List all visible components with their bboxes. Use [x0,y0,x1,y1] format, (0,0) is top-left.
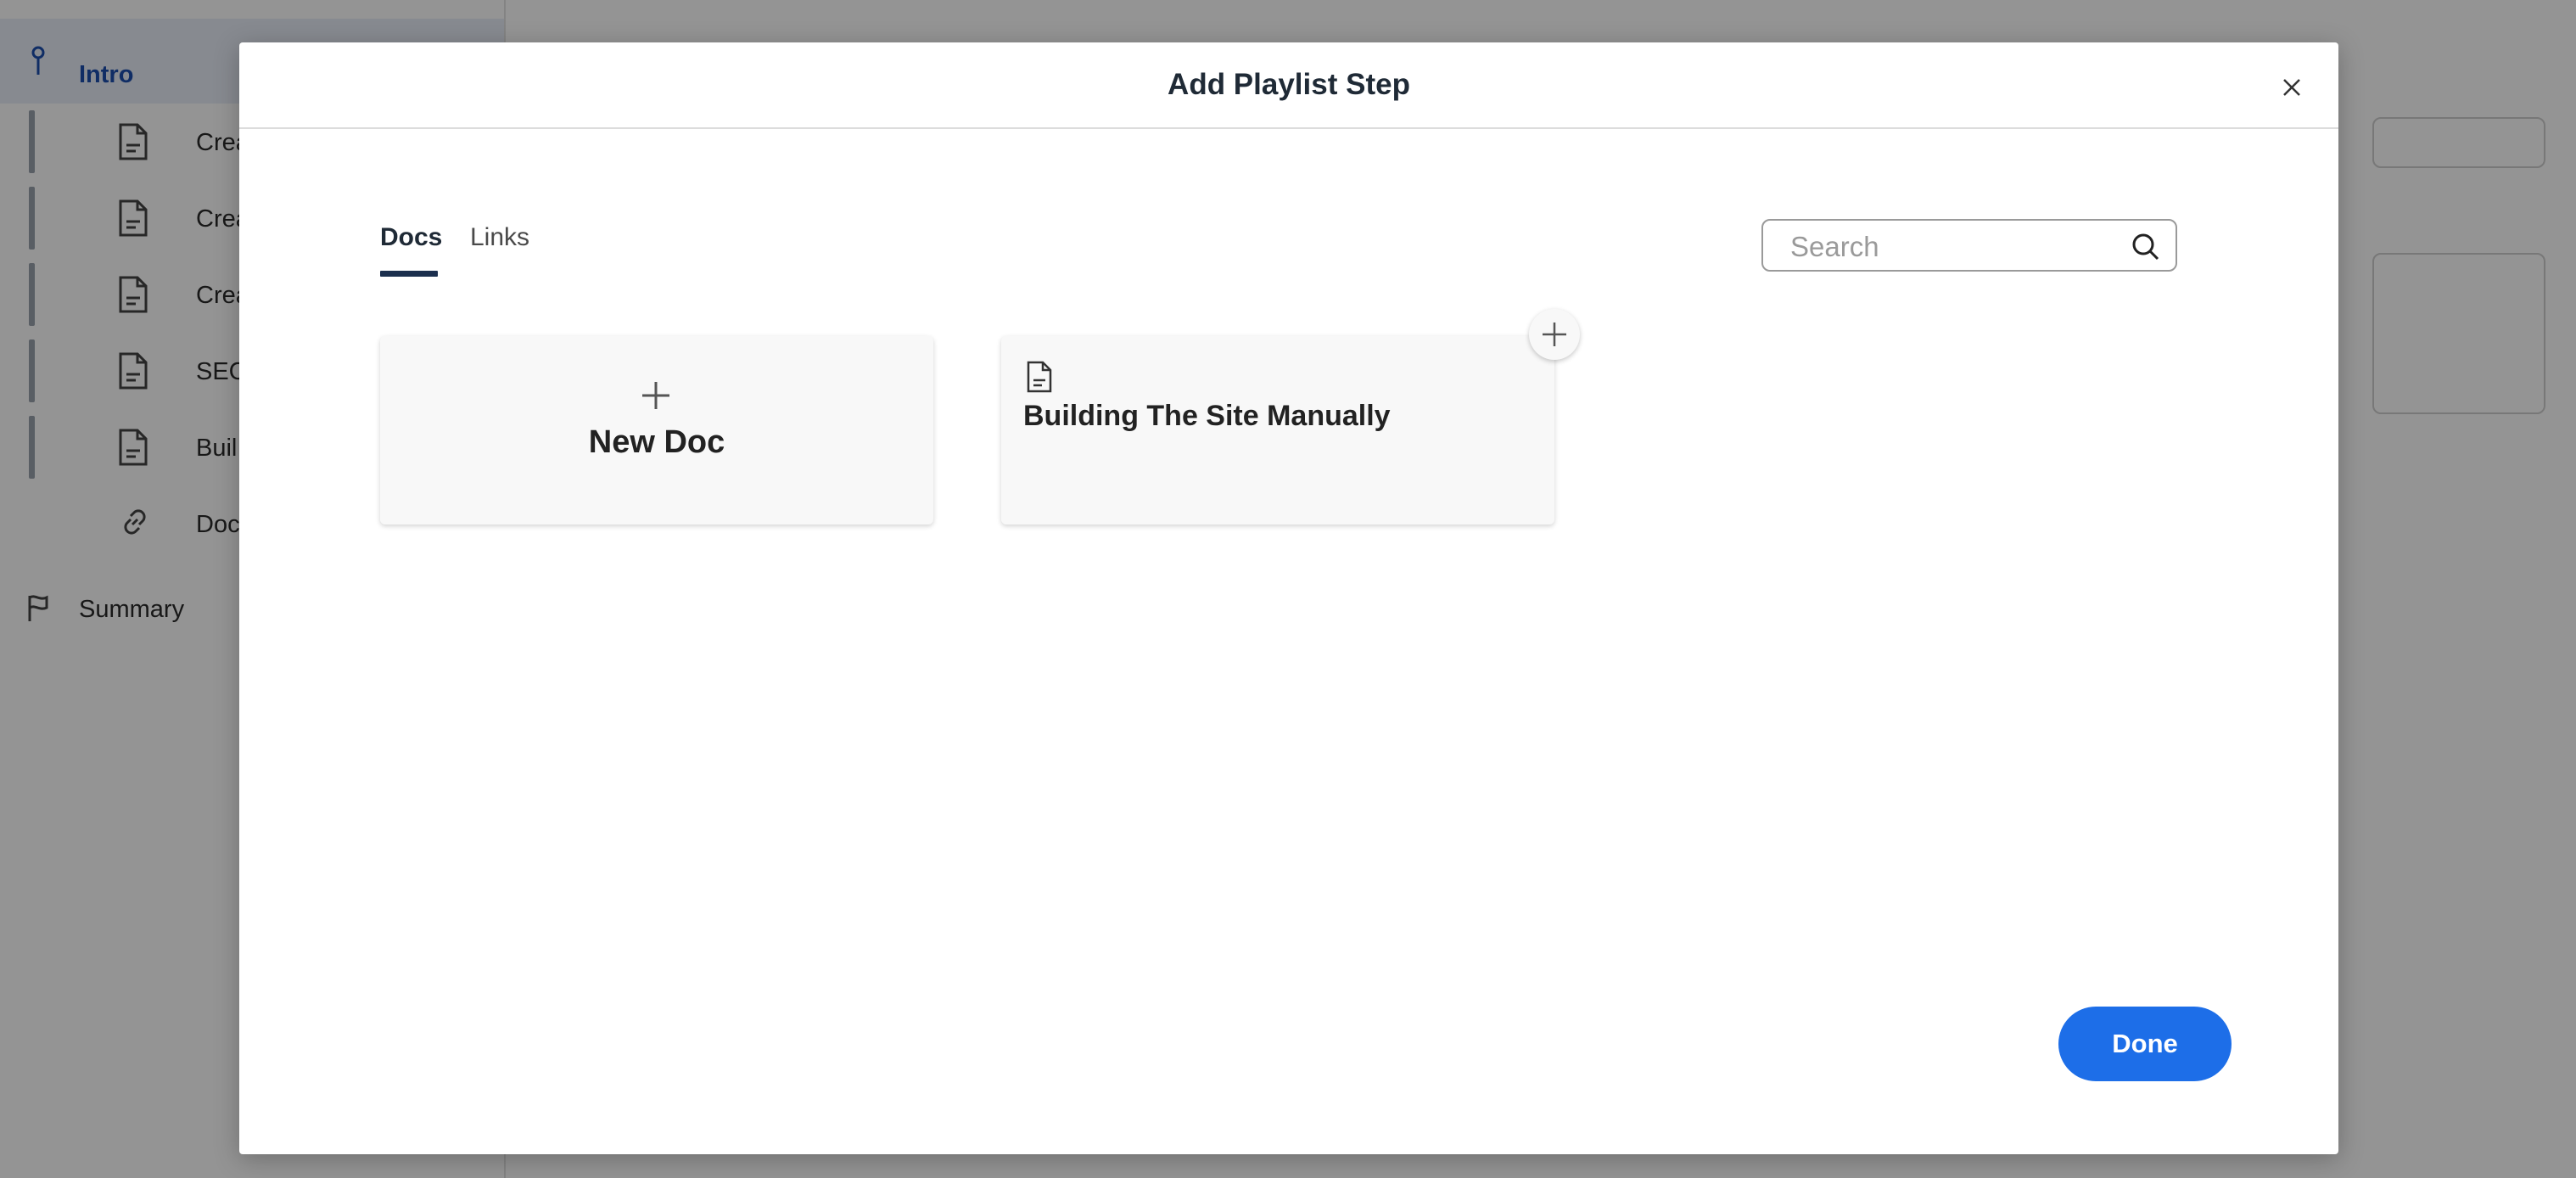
tab-label: Docs [380,223,443,251]
doc-title: Building The Site Manually [1023,400,1391,432]
add-playlist-step-dialog: Add Playlist Step Docs Links New Doc Bui… [239,42,2338,1154]
plus-icon [639,379,673,417]
tab-docs[interactable]: Docs [380,223,443,277]
document-icon [1025,360,1054,398]
new-doc-card[interactable]: New Doc [380,336,933,524]
close-button[interactable] [2279,75,2304,100]
tab-label: Links [470,223,530,251]
tab-links[interactable]: Links [470,223,529,252]
search-input[interactable] [1789,227,2123,266]
plus-icon [1543,323,1566,346]
active-tab-indicator [380,271,438,277]
doc-card[interactable]: Building The Site Manually [1001,336,1554,524]
done-button[interactable]: Done [2058,1007,2232,1081]
search-icon[interactable] [2131,233,2160,266]
add-doc-button[interactable] [1529,309,1580,360]
dialog-title: Add Playlist Step [1168,68,1410,101]
close-icon [2283,79,2300,96]
dialog-header: Add Playlist Step [239,42,2338,129]
new-doc-label: New Doc [588,424,725,460]
search-box [1761,219,2177,272]
